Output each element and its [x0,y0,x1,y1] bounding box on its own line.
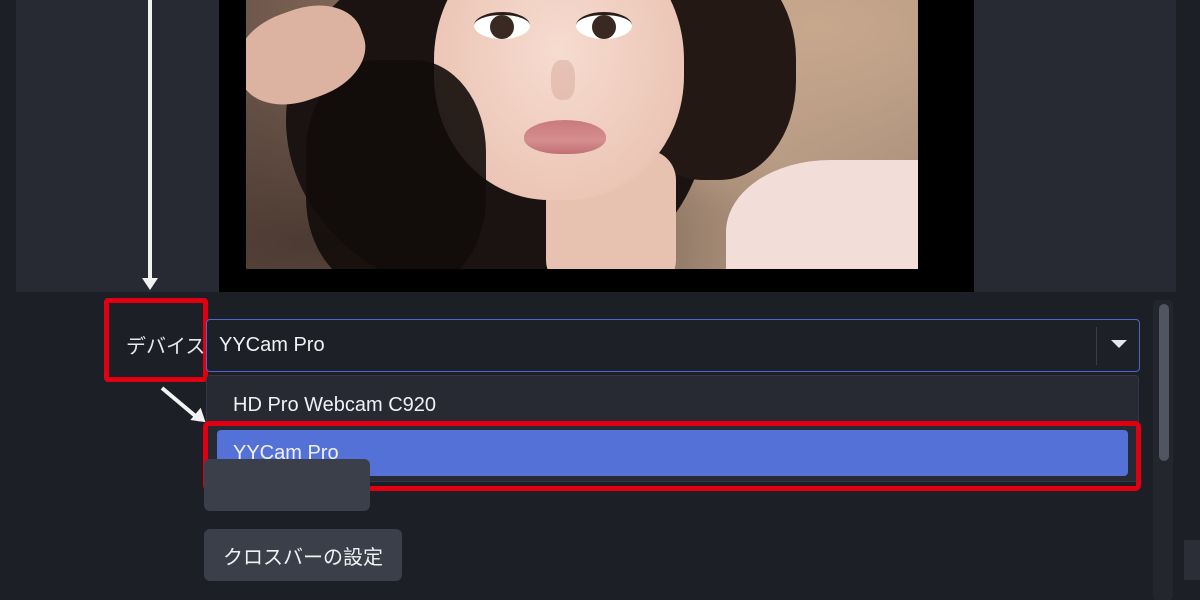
caret-down-icon[interactable] [1111,340,1127,348]
crossbar-settings-button[interactable]: クロスバーの設定 [204,529,402,581]
preview-eye-left [474,12,530,39]
device-label: デバイス [126,334,206,358]
preview-nose [551,60,575,100]
arrow-down-icon [148,0,152,280]
preview-hair-strands [306,60,486,269]
device-select-divider [1096,327,1097,365]
preview-eye-right [576,12,632,39]
device-select[interactable]: YYCam Pro [206,319,1140,372]
hidden-settings-button[interactable] [204,459,370,511]
device-select-value: YYCam Pro [219,334,325,356]
preview-lips [524,120,606,154]
camera-preview-image [246,0,918,269]
arrow-down-head-icon [142,278,158,290]
scrollbar-thumb[interactable] [1159,304,1169,461]
right-edge-panel [1184,540,1200,580]
